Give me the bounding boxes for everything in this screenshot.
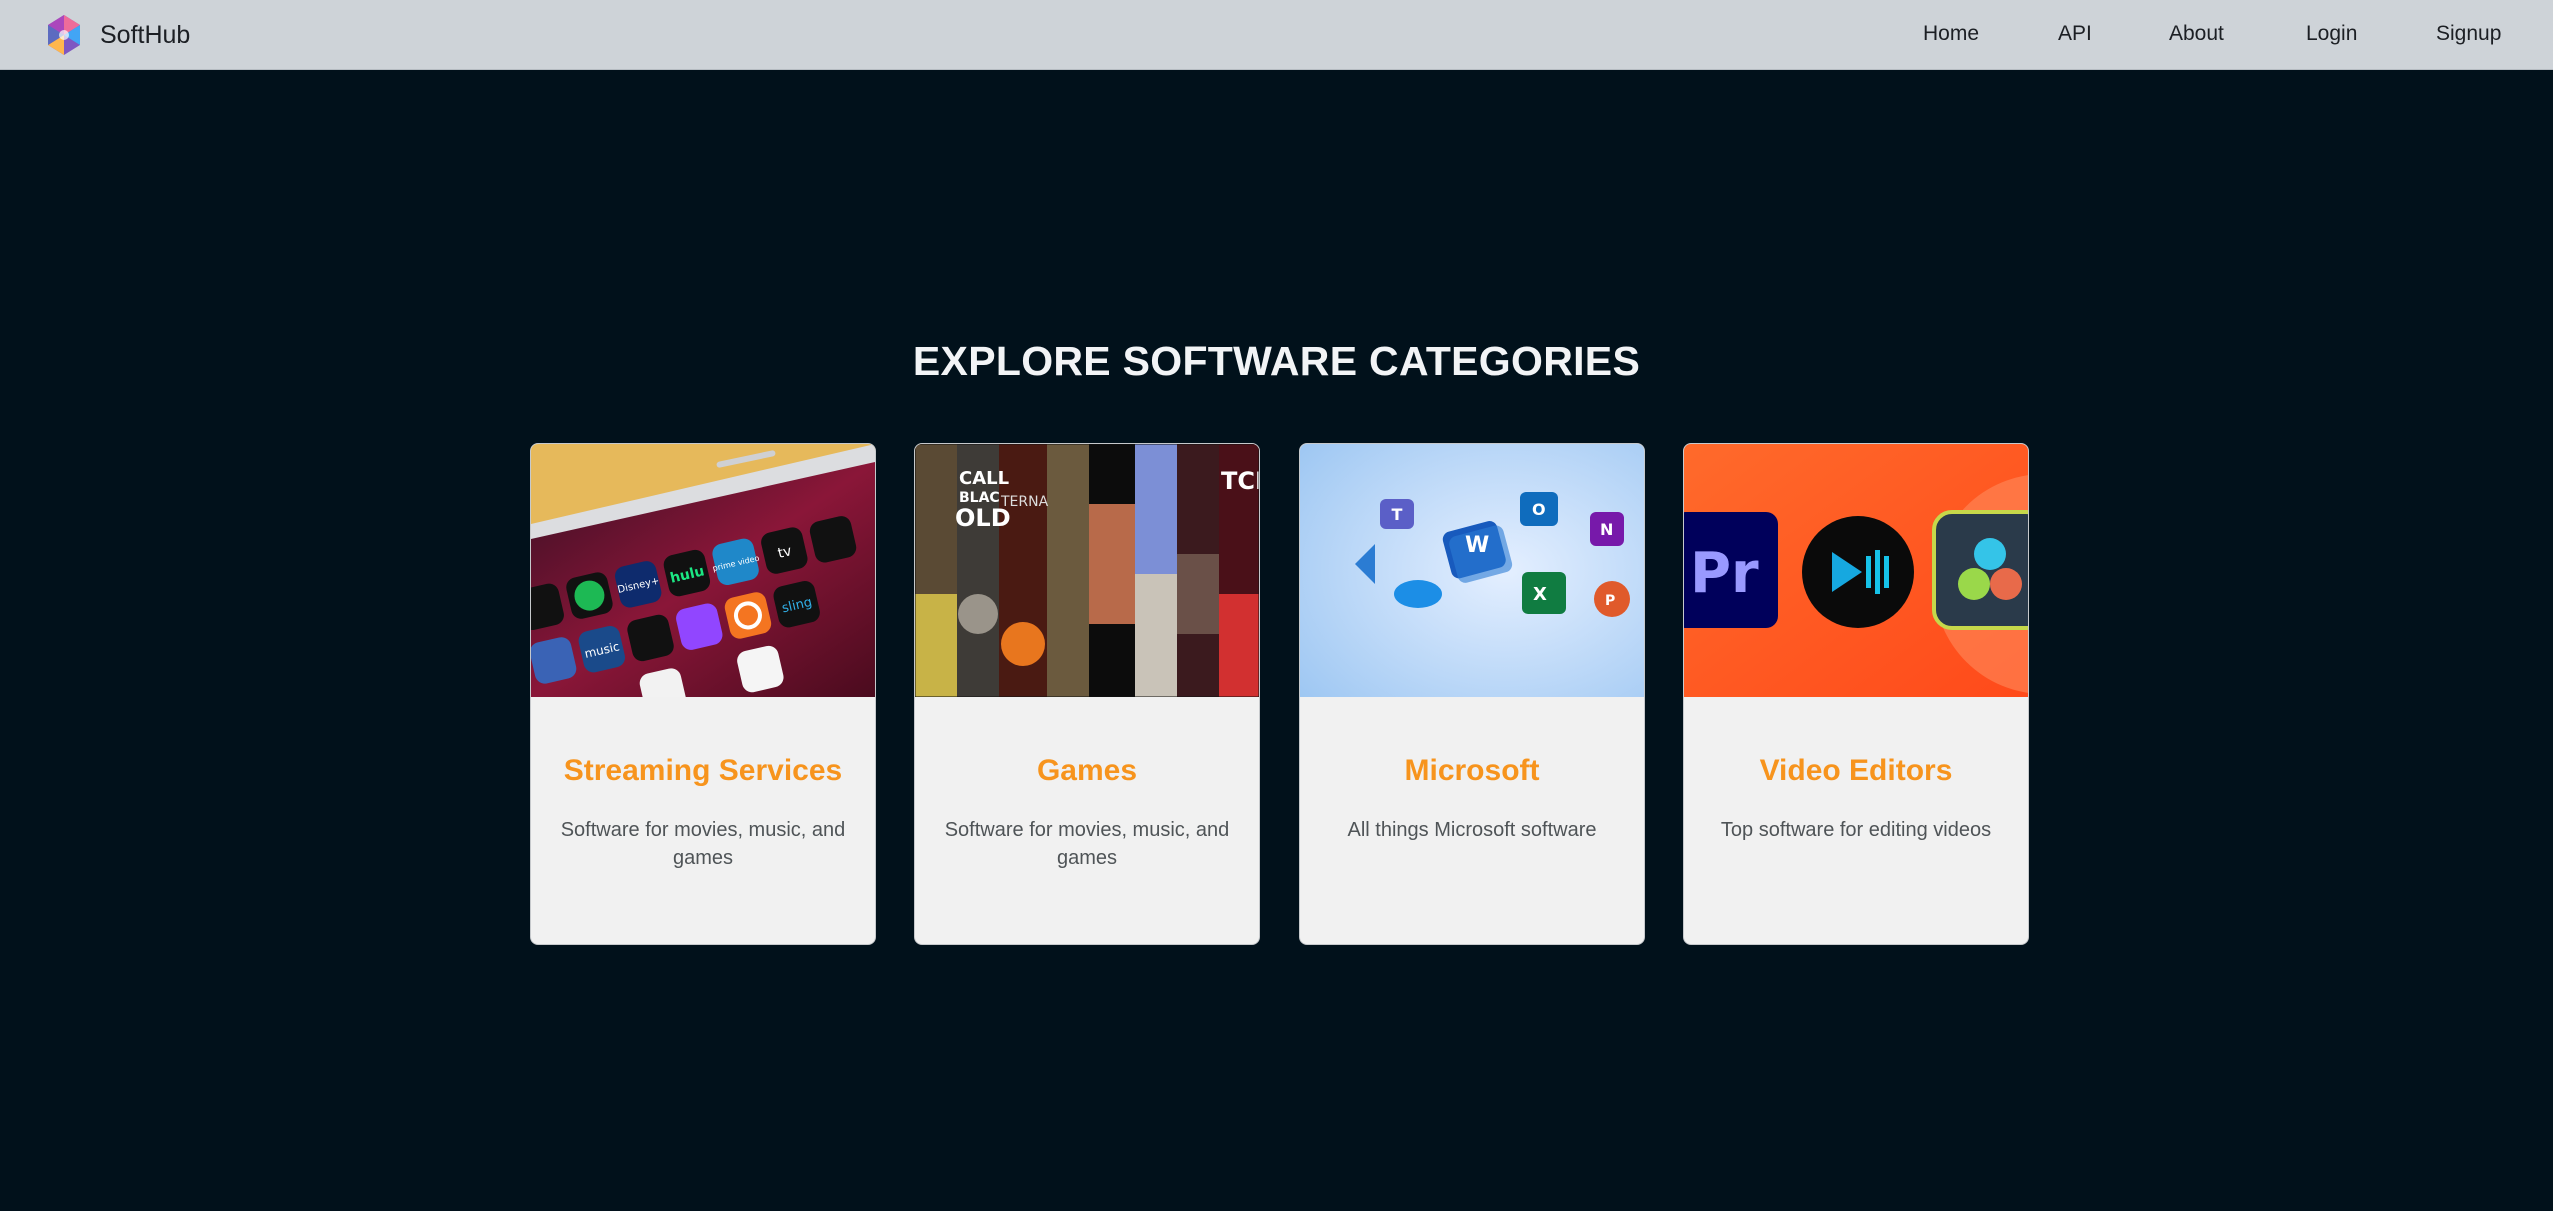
category-card-microsoft[interactable]: T W O N X P Microsoft All things Microso… [1299, 443, 1645, 945]
games-image-label-witcher: TCI [1221, 467, 1259, 495]
card-description-games: Software for movies, music, and games [944, 819, 1230, 869]
video-editors-image-label-premiere: Pr [1690, 541, 1759, 606]
video-editors-image: Pr [1684, 444, 2028, 697]
streaming-apps-image: Disney+ hulu prime video tv music sling [531, 444, 875, 697]
microsoft-image-label-powerpoint: P [1605, 593, 1615, 609]
nav-login-link[interactable]: Login [2306, 22, 2357, 46]
brand-name: SoftHub [100, 20, 191, 49]
category-card-streaming[interactable]: Disney+ hulu prime video tv music sling [530, 443, 876, 945]
card-description-microsoft: All things Microsoft software [1347, 819, 1597, 841]
nav-about-link[interactable]: About [2169, 22, 2224, 46]
nav-home-link[interactable]: Home [1923, 22, 1979, 46]
category-card-video-editors[interactable]: Pr Video Editors Top software for editin… [1683, 443, 2029, 945]
top-navbar: SoftHub Home API About Login Signup [0, 0, 2553, 70]
games-image-label-call: CALL [959, 468, 1009, 489]
card-description-streaming: Software for movies, music, and games [560, 819, 846, 869]
microsoft-image-label-excel: X [1533, 584, 1547, 605]
card-description-video-editors: Top software for editing videos [1720, 819, 1992, 841]
microsoft-image-label-outlook: O [1532, 500, 1546, 519]
card-title-video-editors: Video Editors [1759, 754, 1953, 787]
microsoft-apps-image: T W O N X P [1300, 444, 1644, 697]
softhub-logo-icon [48, 15, 80, 55]
page-heading: EXPLORE SOFTWARE CATEGORIES [912, 338, 1641, 384]
microsoft-image-label-word: W [1465, 533, 1489, 558]
microsoft-image-label-teams: T [1392, 505, 1403, 524]
card-title-games: Games [1036, 754, 1138, 787]
card-title-microsoft: Microsoft [1404, 754, 1540, 787]
brand-link[interactable]: SoftHub [40, 10, 190, 60]
card-title-streaming: Streaming Services [563, 754, 843, 787]
games-image-label-eternal: TERNA [1000, 494, 1049, 510]
nav-signup-link[interactable]: Signup [2436, 22, 2501, 46]
games-collage-image: CALL BLAC OLD TERNA TCI [915, 444, 1259, 697]
microsoft-image-label-onenote: N [1600, 520, 1613, 539]
nav-api-link[interactable]: API [2058, 22, 2092, 46]
category-card-games[interactable]: CALL BLAC OLD TERNA TCI Games Software f… [914, 443, 1260, 945]
